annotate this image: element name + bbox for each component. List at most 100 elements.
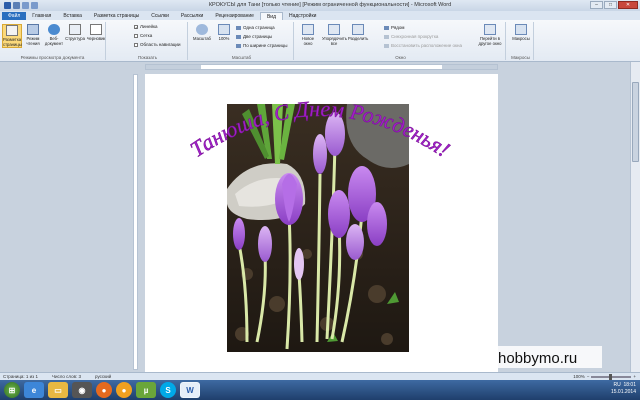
print-layout-button[interactable]: Разметка страницы (2, 24, 22, 48)
scrollbar-thumb[interactable] (632, 82, 639, 162)
group-label: Показать (137, 55, 158, 60)
close-button[interactable]: ✕ (618, 1, 638, 9)
utorrent-icon[interactable]: µ (136, 382, 156, 398)
group-label: Окно (395, 55, 406, 60)
save-icon[interactable] (13, 2, 20, 9)
two-pages-icon (236, 34, 241, 39)
zoom-out-icon[interactable]: − (587, 374, 590, 379)
group-show: Линейка Сетка Область навигации Показать (108, 22, 188, 60)
ie-icon[interactable]: e (24, 382, 44, 398)
tab-file[interactable]: Файл (2, 12, 27, 20)
page-width-icon (236, 43, 241, 48)
arrange-icon (328, 24, 340, 35)
language-indicator[interactable]: RU (613, 382, 620, 388)
group-window: Новое окно Упорядочить все Разделить Ряд… (296, 22, 506, 60)
watermark-text: hobbymo.ru (498, 350, 578, 367)
new-window-icon (302, 24, 314, 35)
skype-icon[interactable]: S (160, 382, 176, 398)
zoom-level[interactable]: 100% (573, 374, 585, 379)
group-label: Масштаб (231, 55, 252, 60)
ruler-checkbox[interactable]: Линейка (134, 24, 158, 29)
globe-icon (48, 24, 60, 35)
group-label: Режимы просмотра документа (20, 55, 85, 60)
vertical-scrollbar[interactable] (630, 62, 640, 372)
reading-mode-button[interactable]: Режим чтения (23, 24, 43, 46)
tab-references[interactable]: Ссылки (145, 12, 175, 20)
one-page-icon (236, 25, 241, 30)
reset-window-icon (384, 43, 389, 48)
switch-windows-button[interactable]: Перейти в другое окно (476, 24, 504, 46)
tab-page-layout[interactable]: Разметка страницы (88, 12, 145, 20)
start-button[interactable]: ⊞ (4, 382, 20, 398)
side-by-side-icon (384, 25, 389, 30)
greeting-wordart: Танюша, С Днем Рожденья! (185, 96, 455, 163)
macros-button[interactable]: Макросы (511, 24, 531, 41)
tab-review[interactable]: Рецензирование (209, 12, 260, 20)
sync-scroll-icon (384, 34, 389, 39)
greeting-text: Танюша, С Днем Рожденья! (186, 96, 455, 162)
tab-view[interactable]: Вид (259, 12, 283, 20)
reading-mode-icon (27, 24, 39, 35)
group-macros: Макросы Макросы (508, 22, 534, 60)
outline-button[interactable]: Структура (65, 24, 85, 41)
zoom-100-button[interactable]: 100% (214, 24, 234, 41)
new-window-button[interactable]: Новое окно (298, 24, 318, 46)
group-zoom: Масштаб 100% Одна страница Две страницы … (190, 22, 294, 60)
word-count[interactable]: Число слов: 3 (52, 374, 81, 379)
one-page-button[interactable]: Одна страница (236, 25, 275, 30)
media-player-icon[interactable]: ◉ (72, 382, 92, 398)
magnifier-icon (196, 24, 208, 35)
minimize-button[interactable]: – (590, 1, 603, 9)
zoom-in-icon[interactable]: + (633, 374, 636, 379)
tab-addins[interactable]: Надстройки (283, 12, 322, 20)
sync-scroll-button[interactable]: Синхронная прокрутка (384, 34, 438, 39)
reset-window-button[interactable]: Восстановить расположение окна (384, 43, 462, 48)
group-label: Макросы (511, 55, 530, 60)
maximize-button[interactable]: □ (604, 1, 617, 9)
split-icon (352, 24, 364, 35)
page-count[interactable]: Страница: 1 из 1 (3, 374, 38, 379)
page-100-icon (218, 24, 230, 35)
zoom-slider[interactable] (591, 373, 632, 380)
language[interactable]: русский (95, 374, 111, 379)
web-layout-button[interactable]: Веб-документ (44, 24, 64, 46)
arrange-all-button[interactable]: Упорядочить все (322, 24, 347, 46)
macros-icon (515, 24, 527, 35)
page-width-button[interactable]: По ширине страницы (236, 43, 288, 48)
ribbon-tabs: Файл Главная Вставка Разметка страницы С… (0, 11, 640, 20)
draft-button[interactable]: Черновик (86, 24, 106, 41)
two-pages-button[interactable]: Две страницы (236, 34, 272, 39)
print-layout-icon (6, 25, 18, 36)
window-title: КРОКУСЫ для Тани [только чтение] [Режим … (208, 2, 452, 8)
side-by-side-button[interactable]: Рядом (384, 25, 405, 30)
taskbar: ⊞ e ▭ ◉ ● ● µ S W RU 18:01 15.01.2014 (0, 380, 640, 400)
navigation-pane-checkbox[interactable]: Область навигации (134, 42, 180, 47)
outline-icon (69, 24, 81, 35)
grid-checkbox[interactable]: Сетка (134, 33, 152, 38)
undo-icon[interactable] (22, 2, 29, 9)
document-page[interactable]: Танюша, С Днем Рожденья! (145, 74, 498, 372)
ribbon: Разметка страницы Режим чтения Веб-докум… (0, 20, 640, 62)
system-tray: RU 18:01 15.01.2014 (611, 382, 636, 396)
clock-date[interactable]: 15.01.2014 (611, 389, 636, 395)
tab-insert[interactable]: Вставка (57, 12, 88, 20)
explorer-icon[interactable]: ▭ (48, 382, 68, 398)
redo-icon[interactable] (31, 2, 38, 9)
tab-home[interactable]: Главная (26, 12, 57, 20)
switch-windows-icon (484, 24, 496, 35)
group-view-modes: Разметка страницы Режим чтения Веб-докум… (0, 22, 106, 60)
word-taskbar-icon[interactable]: W (180, 382, 200, 398)
quick-access-toolbar (0, 2, 38, 9)
firefox-icon[interactable]: ● (96, 382, 112, 398)
status-bar: Страница: 1 из 1 Число слов: 3 русский 1… (0, 372, 640, 380)
app-orange-icon[interactable]: ● (116, 382, 132, 398)
horizontal-ruler[interactable] (145, 64, 498, 70)
tab-mailings[interactable]: Рассылки (175, 12, 209, 20)
clock-time[interactable]: 18:01 (623, 382, 636, 388)
split-button[interactable]: Разделить (348, 24, 368, 41)
draft-icon (90, 24, 102, 35)
title-bar: КРОКУСЫ для Тани [только чтение] [Режим … (0, 0, 640, 11)
vertical-ruler[interactable] (133, 74, 138, 370)
zoom-button[interactable]: Масштаб (192, 24, 212, 41)
word-logo-icon (4, 2, 11, 9)
